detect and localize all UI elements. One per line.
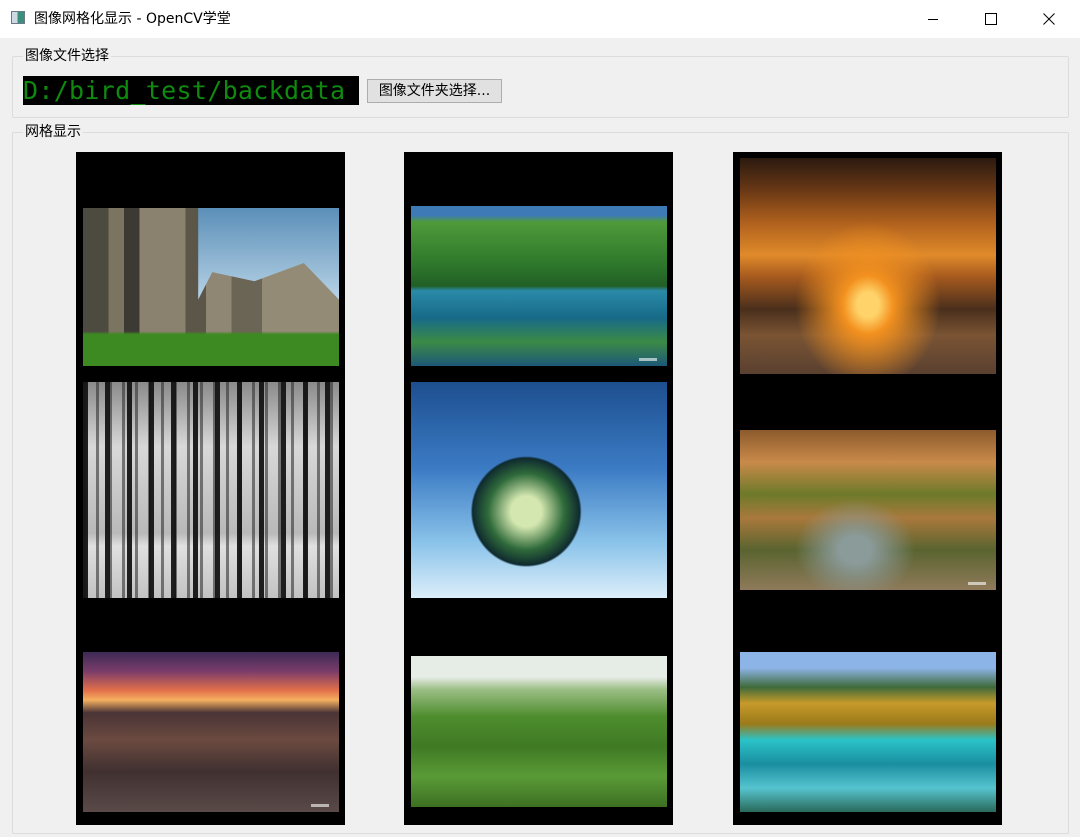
window-title: 图像网格化显示 - OpenCV学堂 — [34, 11, 231, 27]
folder-path-display: D:/bird_test/backdata — [23, 76, 359, 105]
minimize-button[interactable] — [904, 0, 962, 38]
grid-image-cave — [740, 430, 996, 590]
file-select-group-label: 图像文件选择 — [23, 47, 111, 65]
title-bar: 图像网格化显示 - OpenCV学堂 — [0, 0, 1080, 38]
grid-image-autumn-lake — [740, 652, 996, 812]
maximize-button[interactable] — [962, 0, 1020, 38]
grid-image-bushes — [411, 656, 667, 807]
maximize-icon — [985, 13, 997, 25]
minimize-icon — [928, 19, 938, 20]
grid-column-3 — [733, 152, 1002, 825]
grid-image-ruins — [83, 208, 339, 366]
grid-column-1 — [76, 152, 345, 825]
close-button[interactable] — [1020, 0, 1078, 38]
grid-column-2 — [404, 152, 673, 825]
choose-folder-button[interactable]: 图像文件夹选择... — [367, 79, 502, 103]
grid-image-badlands — [83, 652, 339, 812]
grid-image-lake — [411, 206, 667, 366]
grid-image-planet — [411, 382, 667, 598]
close-icon — [1043, 13, 1055, 25]
grid-image-forest — [83, 382, 339, 598]
grid-image-sunset — [740, 158, 996, 374]
grid-display-group-label: 网格显示 — [23, 123, 83, 141]
app-icon — [11, 11, 25, 24]
